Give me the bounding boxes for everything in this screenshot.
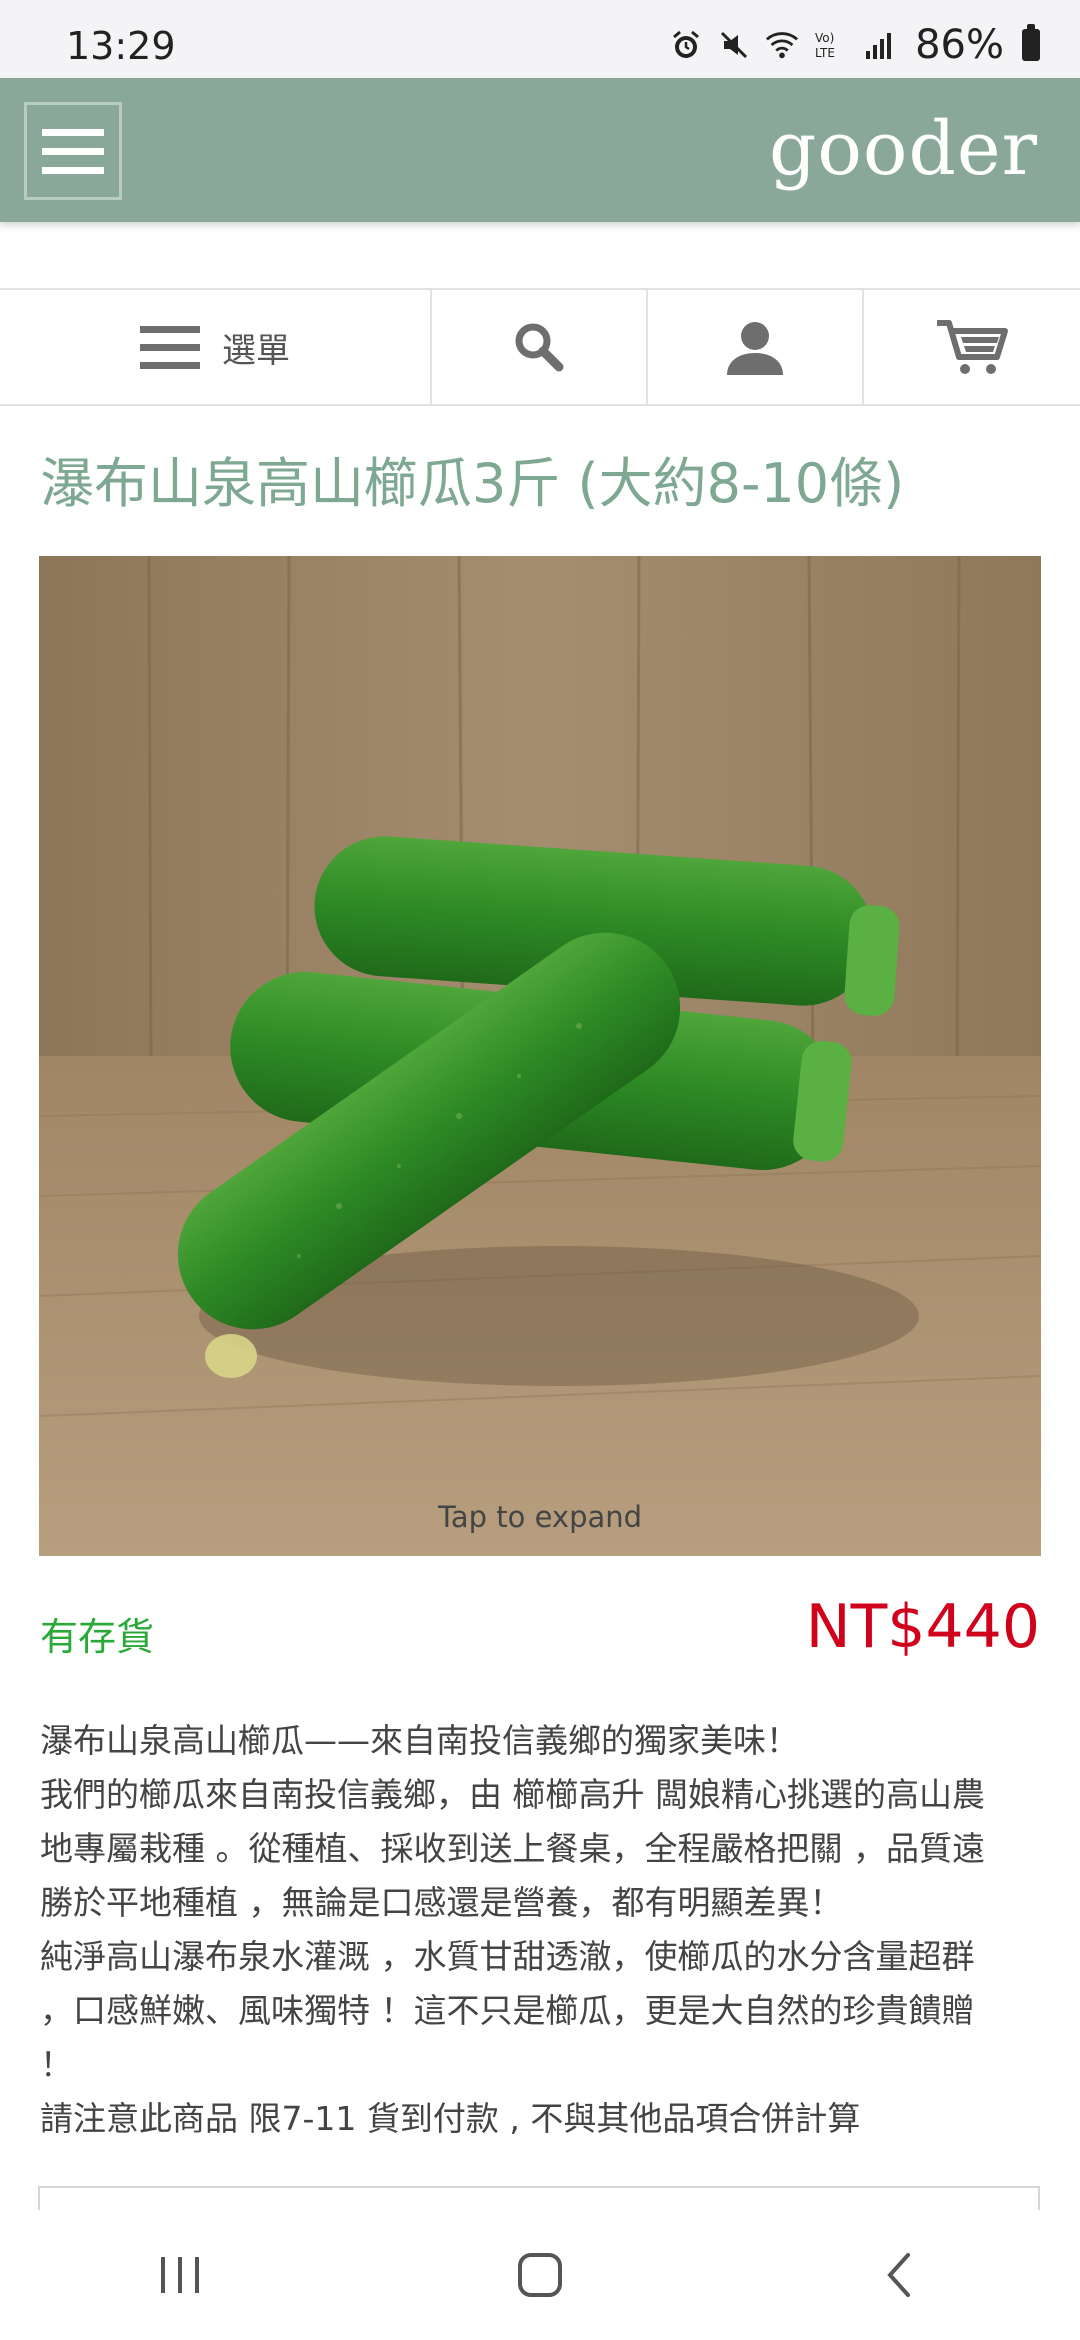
status-icons: Vo) LTE 86% (669, 22, 1040, 68)
description-line: 地專屬栽種 。從種植、採收到送上餐桌，全程嚴格把關 ，品質遠 (40, 1829, 985, 1868)
product-image[interactable]: Tap to expand (39, 556, 1041, 1556)
nav-user-button[interactable] (648, 290, 864, 404)
product-title: 瀑布山泉高山櫛瓜3斤 (大約8-10條) (40, 452, 905, 515)
nav-cart-button[interactable] (864, 290, 1080, 404)
description-line: 請注意此商品 限7-11 貨到付款 , 不與其他品項合併計算 (40, 2099, 861, 2138)
description-line: ！ (40, 2045, 73, 2084)
back-button[interactable] (840, 2235, 960, 2315)
signal-icon (861, 28, 895, 62)
status-bar: 13:29 Vo) LTE 86% (0, 0, 1080, 78)
nav-menu-button[interactable]: 選單 (0, 290, 432, 404)
description-line: ，口感鮮嫩、風味獨特 ！這不只是櫛瓜，更是大自然的珍貴饋贈 (40, 1991, 975, 2030)
system-nav-bar (0, 2210, 1080, 2340)
recents-icon (161, 2257, 199, 2293)
product-price: NT$440 (805, 1592, 1040, 1662)
battery-percent: 86% (915, 22, 1004, 68)
zucchini-photo (39, 556, 1041, 1556)
product-description: 瀑布山泉高山櫛瓜——來自南投信義鄉的獨家美味！ 我們的櫛瓜來自南投信義鄉，由 櫛… (40, 1714, 1050, 2146)
nav-bar: 選單 (0, 288, 1080, 406)
svg-text:LTE: LTE (815, 46, 835, 60)
brand-logo[interactable]: gooder (769, 106, 1038, 192)
tap-to-expand-hint: Tap to expand (437, 1500, 643, 1534)
cart-icon (937, 320, 1008, 374)
mute-icon (717, 28, 751, 62)
home-icon (518, 2253, 562, 2297)
description-line: 我們的櫛瓜來自南投信義鄉，由 櫛櫛高升 闆娘精心挑選的高山農 (40, 1775, 985, 1814)
menu-icon (140, 325, 200, 369)
nav-search-button[interactable] (432, 290, 648, 404)
app-header: gooder (0, 78, 1080, 222)
alarm-icon (669, 28, 703, 62)
wifi-icon (765, 28, 799, 62)
back-icon (887, 2253, 910, 2297)
stock-status: 有存貨 (40, 1615, 155, 1659)
user-icon (727, 322, 783, 375)
recents-button[interactable] (120, 2235, 240, 2315)
hamburger-icon[interactable] (24, 102, 122, 200)
description-line: 瀑布山泉高山櫛瓜——來自南投信義鄉的獨家美味！ (40, 1721, 799, 1760)
menu-label: 選單 (222, 330, 290, 371)
description-line: 純淨高山瀑布泉水灌溉 ，水質甘甜透澈，使櫛瓜的水分含量超群 (40, 1937, 975, 1976)
description-line: 勝於平地種植 ，無論是口感還是營養，都有明顯差異！ (40, 1883, 843, 1922)
battery-icon (1022, 24, 1040, 61)
search-icon (515, 323, 564, 372)
svg-text:Vo): Vo) (815, 31, 834, 45)
home-button[interactable] (480, 2235, 600, 2315)
volte-icon: Vo) LTE (813, 28, 847, 62)
status-time: 13:29 (66, 24, 176, 68)
